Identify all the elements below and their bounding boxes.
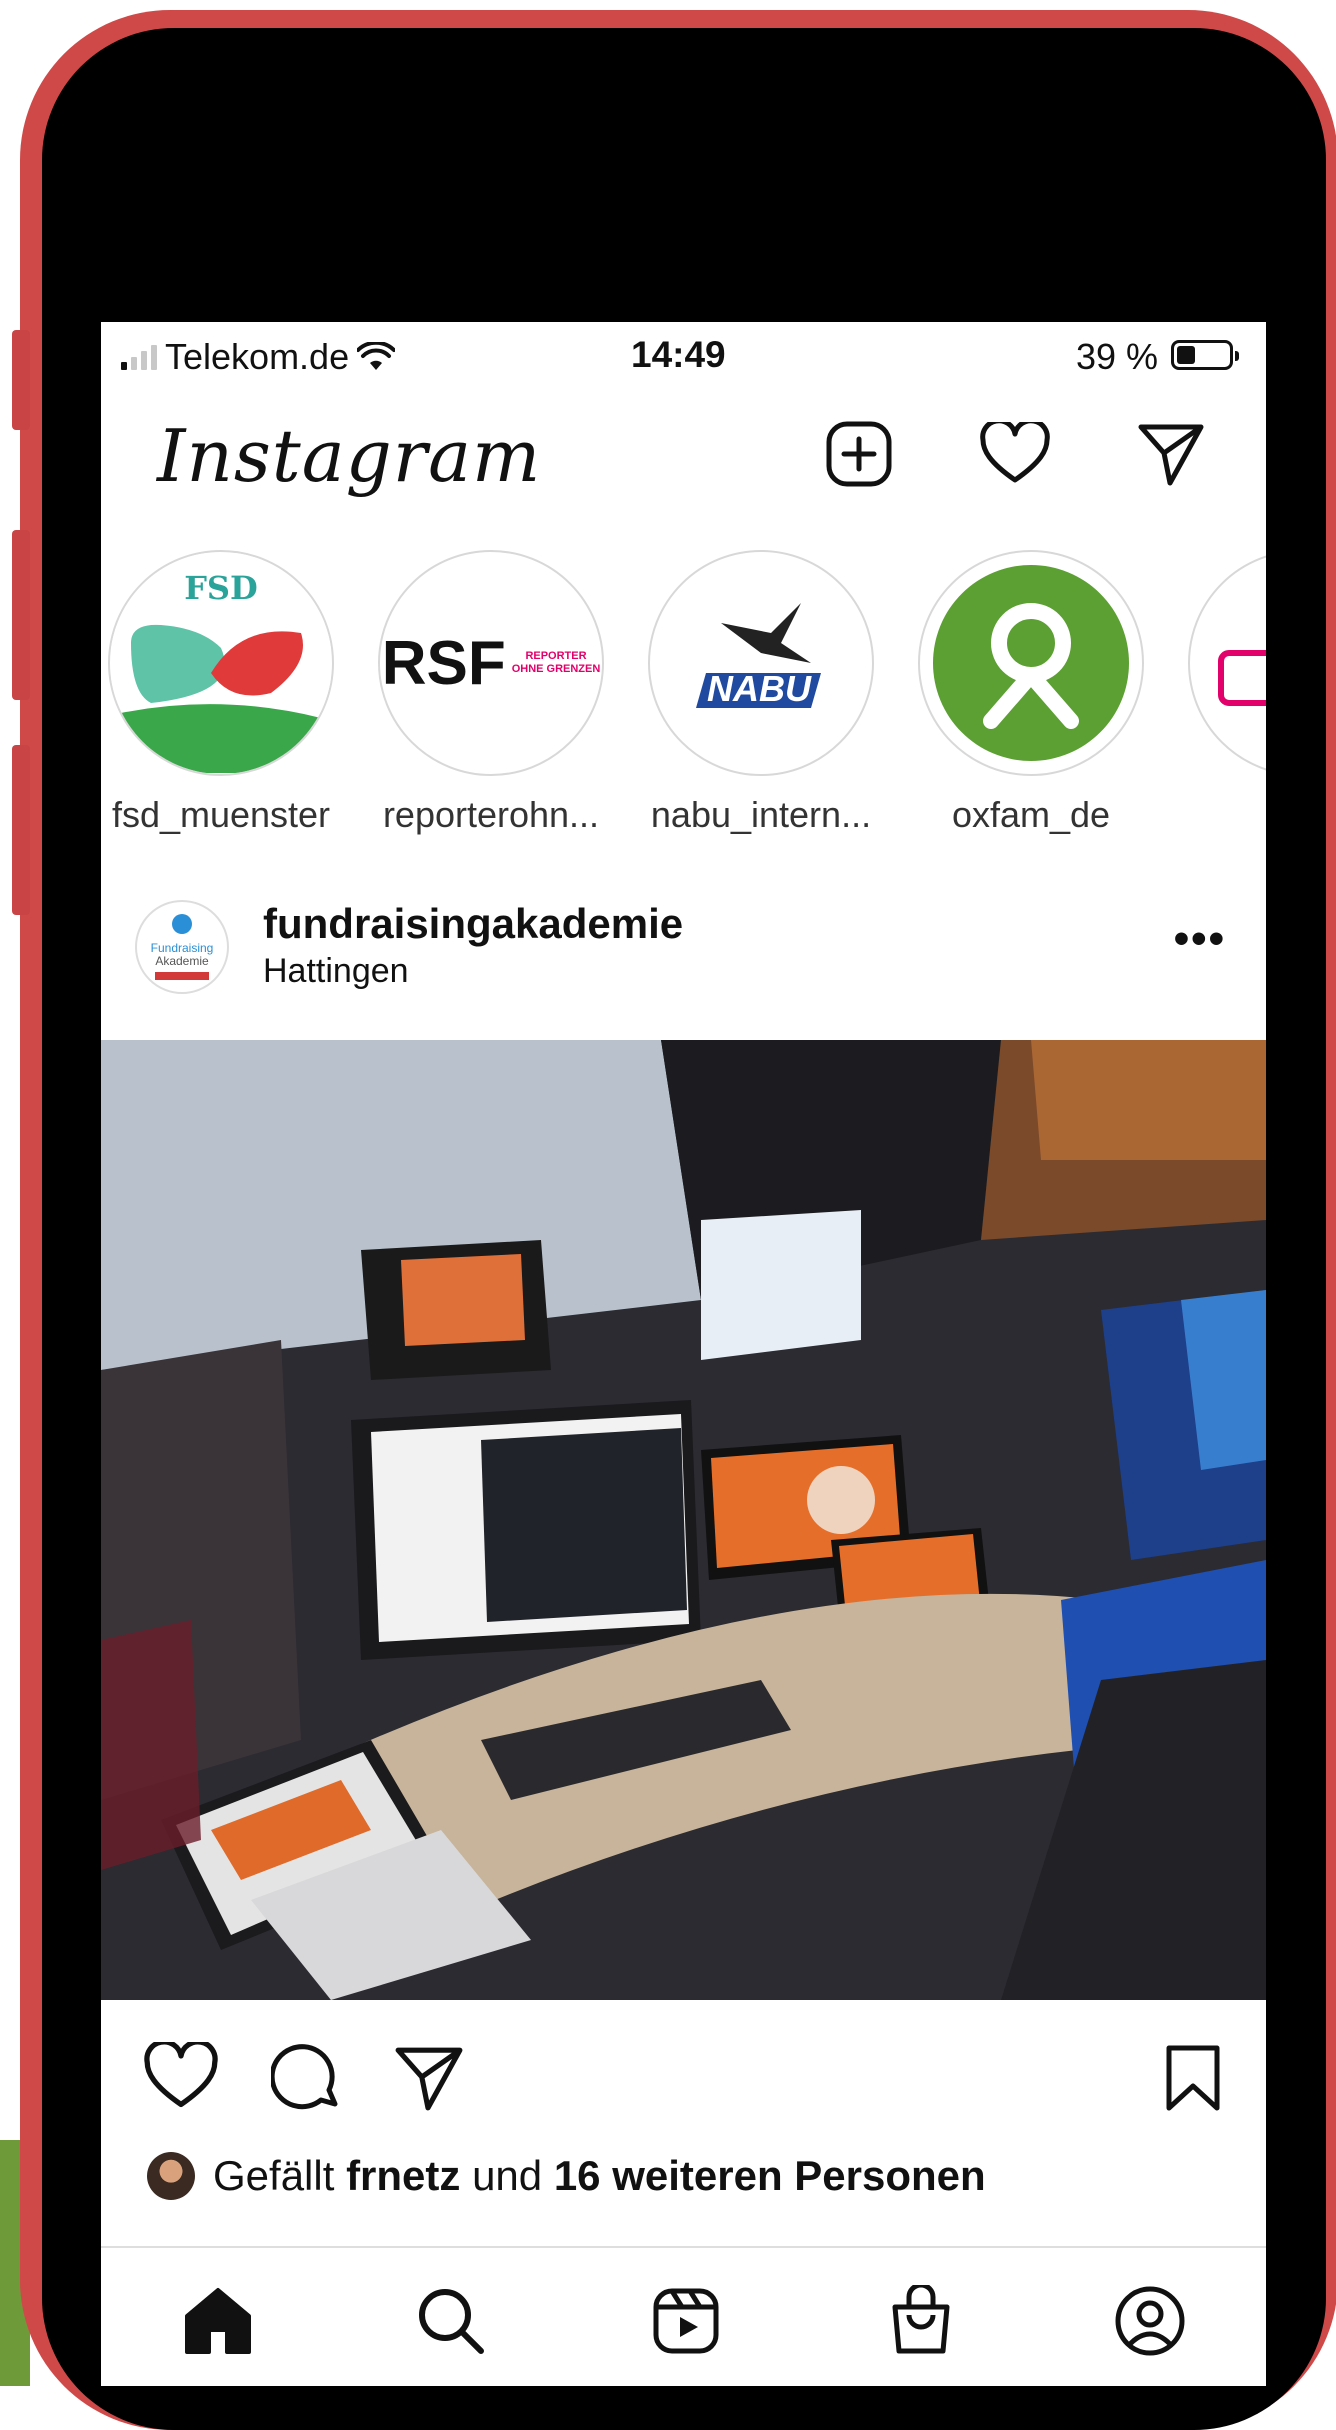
post-header: Fundraising Akademie fundraisingakademie… xyxy=(101,892,1266,1012)
comment-button[interactable] xyxy=(269,2042,351,2122)
comment-icon xyxy=(269,2044,338,2110)
nabu-logo-text: NABU xyxy=(707,668,812,709)
story-avatar[interactable] xyxy=(918,550,1144,776)
story-avatar[interactable]: NABU xyxy=(648,550,874,776)
story-avatar[interactable]: FSD xyxy=(108,550,334,776)
story-label: rul xyxy=(1181,794,1266,836)
rsf-logo-text: RSF xyxy=(381,628,506,698)
phone-side-button-volume-up xyxy=(12,530,30,700)
battery-icon xyxy=(1171,340,1239,370)
story-item[interactable]: FSD fsd_muenster xyxy=(101,550,341,836)
post-location[interactable]: Hattingen xyxy=(263,952,409,991)
story-label: nabu_intern... xyxy=(650,794,872,835)
likes-count[interactable]: 16 weiteren Personen xyxy=(554,2152,986,2199)
story-logo xyxy=(1218,650,1266,706)
profile-icon xyxy=(1115,2286,1185,2356)
search-icon xyxy=(419,2289,484,2354)
avatar-text: Fundraising xyxy=(151,941,214,955)
more-options-icon[interactable]: ••• xyxy=(1174,914,1226,964)
story-item[interactable]: rul xyxy=(1181,550,1266,836)
oxfam-logo xyxy=(933,565,1129,761)
battery-percentage: 39 % xyxy=(1076,336,1159,377)
tab-bar xyxy=(101,2246,1266,2386)
reels-icon xyxy=(653,2288,719,2354)
story-label: fsd_muenster xyxy=(111,794,331,835)
carrier-info: Telekom.de xyxy=(121,336,396,378)
story-avatar[interactable] xyxy=(1188,550,1266,776)
status-bar: Telekom.de 14:49 39 % xyxy=(101,322,1266,388)
tab-reels[interactable] xyxy=(641,2276,731,2366)
wifi-icon xyxy=(357,342,396,370)
rsf-logo: RSF REPORTER OHNE GRENZEN xyxy=(382,628,601,699)
story-avatar[interactable]: RSF REPORTER OHNE GRENZEN xyxy=(378,550,604,776)
tab-shop[interactable] xyxy=(876,2276,966,2366)
fsd-logo: FSD xyxy=(111,553,331,773)
likes-summary[interactable]: Gefällt frnetz und 16 weiteren Personen xyxy=(147,2152,986,2200)
likes-user[interactable]: frnetz xyxy=(346,2152,460,2199)
share-icon xyxy=(395,2047,463,2111)
story-label: reporterohn... xyxy=(382,794,600,835)
rsf-logo-subtext: REPORTER xyxy=(525,650,587,662)
likes-mid: und xyxy=(472,2152,543,2199)
tab-search[interactable] xyxy=(406,2276,496,2366)
plus-square-icon[interactable] xyxy=(819,414,899,494)
like-button[interactable] xyxy=(143,2039,223,2122)
phone-side-button-mute xyxy=(12,330,30,430)
home-icon xyxy=(185,2288,251,2354)
send-icon[interactable] xyxy=(1131,414,1211,494)
story-item[interactable]: RSF REPORTER OHNE GRENZEN reporterohn... xyxy=(371,550,611,836)
nabu-logo: NABU xyxy=(696,603,821,709)
carrier-name: Telekom.de xyxy=(165,336,350,377)
story-label: oxfam_de xyxy=(951,794,1111,835)
fundraising-akademie-logo: Fundraising Akademie xyxy=(151,914,214,980)
likes-prefix: Gefällt xyxy=(213,2152,335,2199)
share-button[interactable] xyxy=(393,2042,473,2122)
save-button[interactable] xyxy=(1161,2042,1241,2122)
post-avatar[interactable]: Fundraising Akademie xyxy=(135,900,229,994)
phone-screen: Telekom.de 14:49 39 % Instagram FSD fsd_… xyxy=(101,322,1266,2386)
avatar-text: Akademie xyxy=(155,954,209,968)
tab-home[interactable] xyxy=(173,2276,263,2366)
instagram-logo[interactable]: Instagram xyxy=(157,414,541,498)
post-username[interactable]: fundraisingakademie xyxy=(263,900,683,948)
story-item[interactable]: NABU nabu_intern... xyxy=(641,550,881,836)
fsd-logo-text: FSD xyxy=(184,569,258,607)
post-image[interactable] xyxy=(101,1040,1266,2000)
liker-avatar xyxy=(147,2152,195,2200)
shop-icon xyxy=(892,2285,950,2354)
signal-icon xyxy=(121,344,157,370)
rsf-logo-subtext: OHNE GRENZEN xyxy=(511,663,601,675)
story-item[interactable]: oxfam_de xyxy=(911,550,1151,836)
heart-icon xyxy=(144,2039,218,2108)
phone-side-button-volume-down xyxy=(12,745,30,915)
heart-icon[interactable] xyxy=(975,414,1055,494)
bookmark-icon xyxy=(1166,2045,1220,2111)
clock: 14:49 xyxy=(631,334,726,375)
tab-profile[interactable] xyxy=(1105,2276,1195,2366)
